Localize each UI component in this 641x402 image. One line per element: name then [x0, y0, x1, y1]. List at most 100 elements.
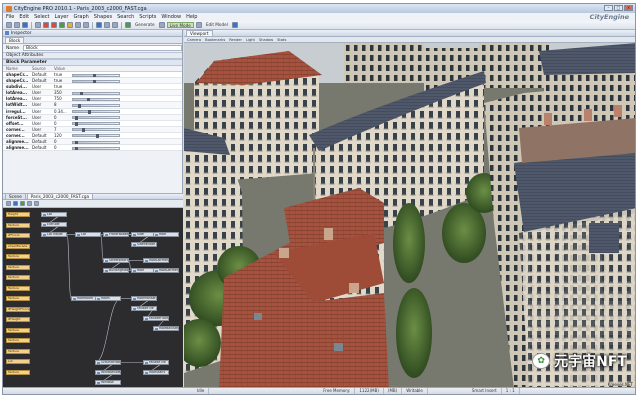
rule-node[interactable]: Extrude	[41, 222, 67, 227]
rule-node[interactable]: RoofMansard	[131, 296, 157, 301]
rule-node[interactable]: Window	[95, 380, 121, 385]
parameter-slider[interactable]	[72, 140, 120, 145]
parameter-value[interactable]: true	[51, 72, 69, 77]
frame-icon[interactable]	[104, 22, 110, 28]
rule-node[interactable]: RoofStairs	[143, 370, 169, 375]
rule-node[interactable]: FrontFacade	[103, 232, 129, 237]
viewport-shadow-menu[interactable]: Shadow	[259, 38, 273, 42]
menu-file[interactable]: File	[6, 14, 14, 20]
attribute-icon[interactable]	[13, 201, 18, 206]
slider-handle[interactable]	[75, 122, 79, 126]
rule-node[interactable]: Lot Inside	[41, 232, 67, 237]
slider-handle[interactable]	[86, 97, 90, 102]
parameter-value[interactable]: 0	[51, 121, 69, 126]
menu-scripts[interactable]: Scripts	[139, 14, 156, 20]
info-icon[interactable]	[231, 22, 238, 28]
zoom-icon[interactable]	[34, 201, 39, 206]
parameter-value[interactable]: true	[51, 84, 69, 89]
slider-handle[interactable]	[93, 79, 97, 84]
parameter-slider[interactable]	[72, 146, 120, 151]
rule-node[interactable]: RoofRoom	[71, 296, 97, 301]
lot-tool-icon[interactable]	[83, 22, 89, 28]
menu-graph[interactable]: Graph	[73, 14, 88, 20]
attribute-node[interactable]: Texture	[6, 296, 30, 301]
generate-icon[interactable]	[125, 22, 131, 28]
viewport-stats-menu[interactable]: Stats	[277, 38, 286, 42]
attribute-node[interactable]: Texture	[6, 275, 30, 280]
parameter-value[interactable]: 350	[51, 90, 69, 95]
regenerate-icon[interactable]	[158, 22, 165, 28]
rule-node[interactable]: StreetWallFacade	[103, 258, 129, 263]
attribute-node[interactable]: Texture	[6, 348, 30, 354]
attribute-node[interactable]: Texture	[6, 264, 30, 270]
attribute-node[interactable]: Texture	[6, 254, 30, 259]
parameter-slider[interactable]	[72, 128, 120, 132]
parameter-row[interactable]: alignme... Default 0	[3, 145, 182, 152]
parameter-value[interactable]: 0	[51, 115, 69, 120]
rule-node[interactable]: Lot	[41, 212, 67, 217]
camera-icon[interactable]	[96, 22, 102, 28]
menu-edit[interactable]: Edit	[19, 14, 29, 20]
attribute-node[interactable]: #Height	[6, 317, 30, 322]
menu-shapes[interactable]: Shapes	[94, 14, 112, 20]
rule-node[interactable]: FacadeFloor	[143, 316, 169, 321]
parameter-value[interactable]: 8	[51, 102, 69, 107]
parameter-value[interactable]: true	[51, 78, 69, 83]
generate-button[interactable]: Generate	[133, 22, 157, 28]
parameter-value[interactable]: 0	[51, 145, 69, 150]
3d-city-scene[interactable]	[184, 43, 636, 389]
parameter-value[interactable]: 7	[51, 127, 69, 132]
viewport-light-menu[interactable]: Light	[246, 38, 255, 42]
rotate-tool-icon[interactable]	[59, 22, 65, 28]
layout-icon[interactable]	[27, 201, 32, 206]
tab-cga-file[interactable]: Paris_2003_c2000_FAST.cga	[26, 193, 94, 199]
parameter-slider[interactable]	[72, 79, 120, 84]
parameter-slider[interactable]	[72, 97, 120, 102]
tab-viewport[interactable]: Viewport	[186, 30, 213, 36]
scale-tool-icon[interactable]	[51, 22, 57, 28]
select-tool-icon[interactable]	[35, 22, 41, 28]
parameter-value[interactable]: 120	[51, 133, 69, 138]
rule-node[interactable]: FacadeTile	[131, 306, 157, 311]
parameter-slider[interactable]	[72, 91, 120, 96]
attribute-node[interactable]: Texture	[6, 338, 30, 343]
parameter-slider[interactable]	[72, 110, 120, 114]
attribute-node[interactable]: #HeightFloors	[6, 306, 30, 312]
polygon-tool-icon[interactable]	[75, 22, 81, 28]
slider-handle[interactable]	[75, 140, 79, 145]
parameter-value[interactable]: 750	[51, 96, 69, 101]
menu-window[interactable]: Window	[161, 14, 181, 20]
object-attributes-section[interactable]: Object Attributes	[3, 52, 182, 59]
slider-handle[interactable]	[75, 116, 79, 120]
menu-select[interactable]: Select	[34, 14, 49, 20]
close-button[interactable]: ×	[624, 5, 633, 11]
parameter-slider[interactable]	[72, 134, 120, 139]
rule-node[interactable]: RoofBaluster	[153, 326, 179, 331]
rule-node[interactable]: Roof	[153, 232, 179, 237]
rule-node[interactable]: RoofDormer	[153, 268, 179, 273]
tab-block[interactable]: Block	[5, 37, 25, 43]
slider-handle[interactable]	[88, 110, 92, 114]
street-tool-icon[interactable]	[67, 22, 73, 28]
open-icon[interactable]	[14, 22, 20, 28]
attribute-node[interactable]: #Floors	[6, 233, 30, 238]
attribute-node[interactable]: Lot	[6, 359, 30, 364]
block-parameter-section[interactable]: Block Parameter	[3, 59, 182, 66]
minimize-button[interactable]: –	[604, 5, 613, 11]
viewport-camera-menu[interactable]: Camera	[187, 38, 201, 42]
rule-node[interactable]: FacadeTile	[143, 360, 169, 365]
slider-handle[interactable]	[95, 134, 99, 139]
rule-node[interactable]: GroundFloor	[95, 360, 121, 365]
viewport-bookmarks-menu[interactable]: Bookmarks	[205, 38, 225, 42]
slider-handle[interactable]	[79, 91, 83, 96]
maximize-button[interactable]: □	[614, 5, 623, 11]
grid-icon[interactable]	[112, 22, 118, 28]
parameter-slider[interactable]	[72, 73, 120, 78]
rule-node[interactable]: BuildingMassWall	[103, 268, 129, 273]
attribute-node[interactable]: Texture	[6, 327, 30, 333]
rule-graph[interactable]: Height Texture #Floors streetFacade Texture T…	[3, 208, 183, 389]
attribute-node[interactable]: Texture	[6, 285, 30, 291]
move-tool-icon[interactable]	[43, 22, 49, 28]
rule-node[interactable]: WindowSide	[95, 370, 121, 375]
menu-help[interactable]: Help	[186, 14, 197, 20]
